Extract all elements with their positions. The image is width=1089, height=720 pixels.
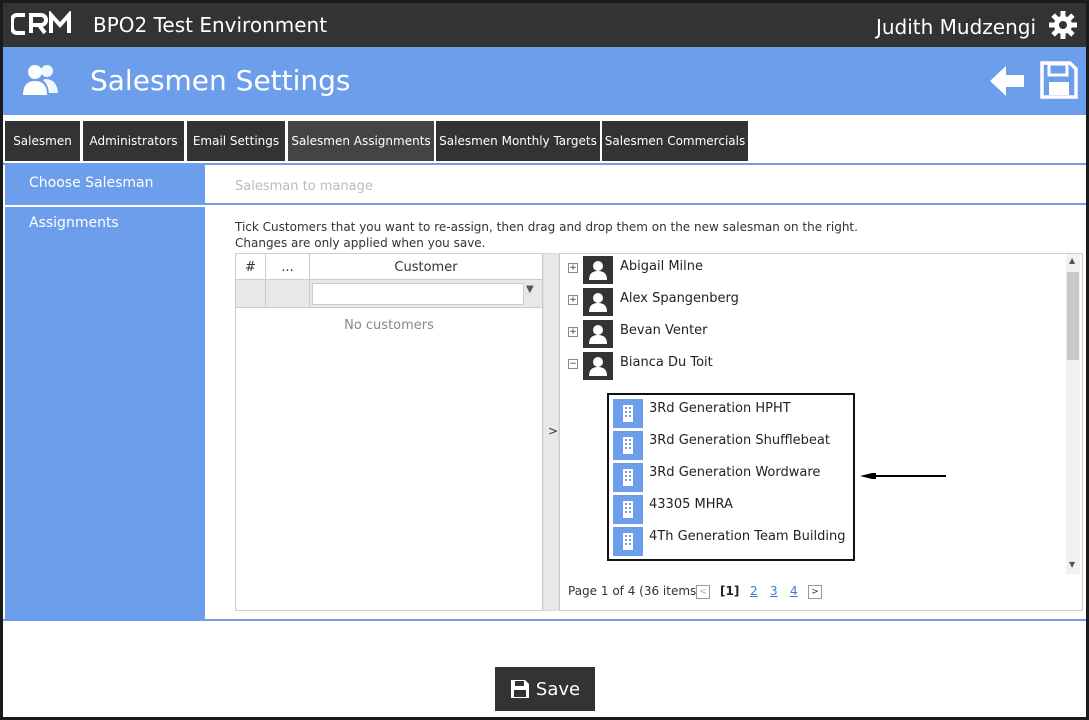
customer-name: 4Th Generation Team Building xyxy=(649,529,846,544)
pager-page-3[interactable]: 3 xyxy=(770,584,778,598)
salesman-name: Bevan Venter xyxy=(620,323,708,338)
expand-icon[interactable]: + xyxy=(568,327,578,337)
scroll-up-icon[interactable]: ▲ xyxy=(1069,256,1075,265)
tab-email-settings[interactable]: Email Settings xyxy=(187,121,285,161)
expand-icon[interactable]: + xyxy=(568,263,578,273)
building-icon xyxy=(613,431,643,460)
save-button-label: Save xyxy=(535,678,581,700)
salesman-tree: + Abigail Milne + Alex Spangenberg + Bev… xyxy=(559,253,1083,611)
column-header-customer[interactable]: Customer xyxy=(310,254,542,280)
instructions-line-1: Tick Customers that you want to re-assig… xyxy=(235,220,858,234)
tab-administrators[interactable]: Administrators xyxy=(83,121,184,161)
customer-name: 3Rd Generation Wordware xyxy=(649,465,821,480)
top-bar: BPO2 Test Environment Judith Mudzengi xyxy=(3,3,1086,47)
tab-salesmen-commercials[interactable]: Salesmen Commercials xyxy=(602,121,748,161)
column-header-number[interactable]: # xyxy=(236,254,266,280)
tab-bar: Salesmen Administrators Email Settings S… xyxy=(3,115,1086,165)
transfer-splitter[interactable]: > xyxy=(543,253,559,611)
pager-page-4[interactable]: 4 xyxy=(790,584,798,598)
customer-grid: # ... Customer ▼ No customers xyxy=(235,253,543,611)
building-icon xyxy=(613,399,643,428)
environment-title: BPO2 Test Environment xyxy=(93,13,328,37)
users-icon xyxy=(23,65,58,95)
save-icon[interactable] xyxy=(1040,61,1078,99)
customer-name: 3Rd Generation Shufflebeat xyxy=(649,433,830,448)
pager-prev-button[interactable]: < xyxy=(696,585,710,599)
pager-page-2[interactable]: 2 xyxy=(750,584,758,598)
filter-icon[interactable]: ▼ xyxy=(526,284,534,295)
customer-name: 3Rd Generation HPHT xyxy=(649,401,791,416)
crm-logo xyxy=(11,11,71,35)
pager-next-button[interactable]: > xyxy=(808,585,822,599)
app-window: BPO2 Test Environment Judith Mudzengi Sa… xyxy=(0,0,1089,720)
tree-scrollbar[interactable]: ▲ ▼ xyxy=(1066,254,1080,574)
instructions: Tick Customers that you want to re-assig… xyxy=(235,219,858,251)
salesman-name: Alex Spangenberg xyxy=(620,291,739,306)
expand-arrow[interactable]: > xyxy=(548,424,558,438)
tab-salesmen-monthly-targets[interactable]: Salesmen Monthly Targets xyxy=(436,121,600,161)
page-header: Salesmen Settings xyxy=(3,47,1086,115)
instructions-line-2: Changes are only applied when you save. xyxy=(235,236,486,250)
page-title: Salesmen Settings xyxy=(90,64,351,97)
empty-message: No customers xyxy=(344,318,434,333)
building-icon xyxy=(613,495,643,524)
person-icon xyxy=(583,288,613,316)
floppy-icon xyxy=(510,680,529,698)
save-button[interactable]: Save xyxy=(495,667,595,711)
salesman-input[interactable] xyxy=(235,175,835,197)
salesman-picker xyxy=(205,165,1086,205)
building-icon xyxy=(613,527,643,556)
sidebar: Choose Salesman Assignments xyxy=(5,165,205,619)
person-icon xyxy=(583,256,613,284)
gear-icon[interactable] xyxy=(1048,10,1078,40)
filter-row: ▼ xyxy=(236,280,542,308)
pager-page-1[interactable]: [1] xyxy=(720,584,739,598)
scroll-thumb[interactable] xyxy=(1067,272,1079,360)
tab-salesmen[interactable]: Salesmen xyxy=(5,121,80,161)
collapse-icon[interactable]: − xyxy=(568,359,578,369)
sidebar-item-assignments[interactable]: Assignments xyxy=(5,205,205,245)
pager-summary: Page 1 of 4 (36 items) xyxy=(568,584,701,598)
pager: Page 1 of 4 (36 items) < [1] 2 3 4 > xyxy=(568,584,822,602)
salesman-name: Bianca Du Toit xyxy=(620,355,713,370)
annotation-arrow-icon xyxy=(860,473,946,479)
building-icon xyxy=(613,463,643,492)
customer-filter-input[interactable] xyxy=(312,283,524,305)
highlighted-customers: 3Rd Generation HPHT 3Rd Generation Shuff… xyxy=(607,393,855,561)
expand-icon[interactable]: + xyxy=(568,295,578,305)
tab-salesmen-assignments[interactable]: Salesmen Assignments xyxy=(288,121,434,161)
salesman-name: Abigail Milne xyxy=(620,259,704,274)
back-arrow-icon[interactable] xyxy=(988,62,1026,100)
person-icon xyxy=(583,352,613,380)
customer-name: 43305 MHRA xyxy=(649,497,733,512)
grid-header: # ... Customer xyxy=(236,254,542,280)
filter-cell xyxy=(236,280,266,308)
column-header-actions[interactable]: ... xyxy=(266,254,310,280)
filter-cell xyxy=(266,280,310,308)
bottom-divider xyxy=(3,619,1086,621)
sidebar-item-choose-salesman[interactable]: Choose Salesman xyxy=(5,165,205,205)
scroll-down-icon[interactable]: ▼ xyxy=(1069,560,1075,569)
person-icon xyxy=(583,320,613,348)
user-name[interactable]: Judith Mudzengi xyxy=(876,15,1036,39)
